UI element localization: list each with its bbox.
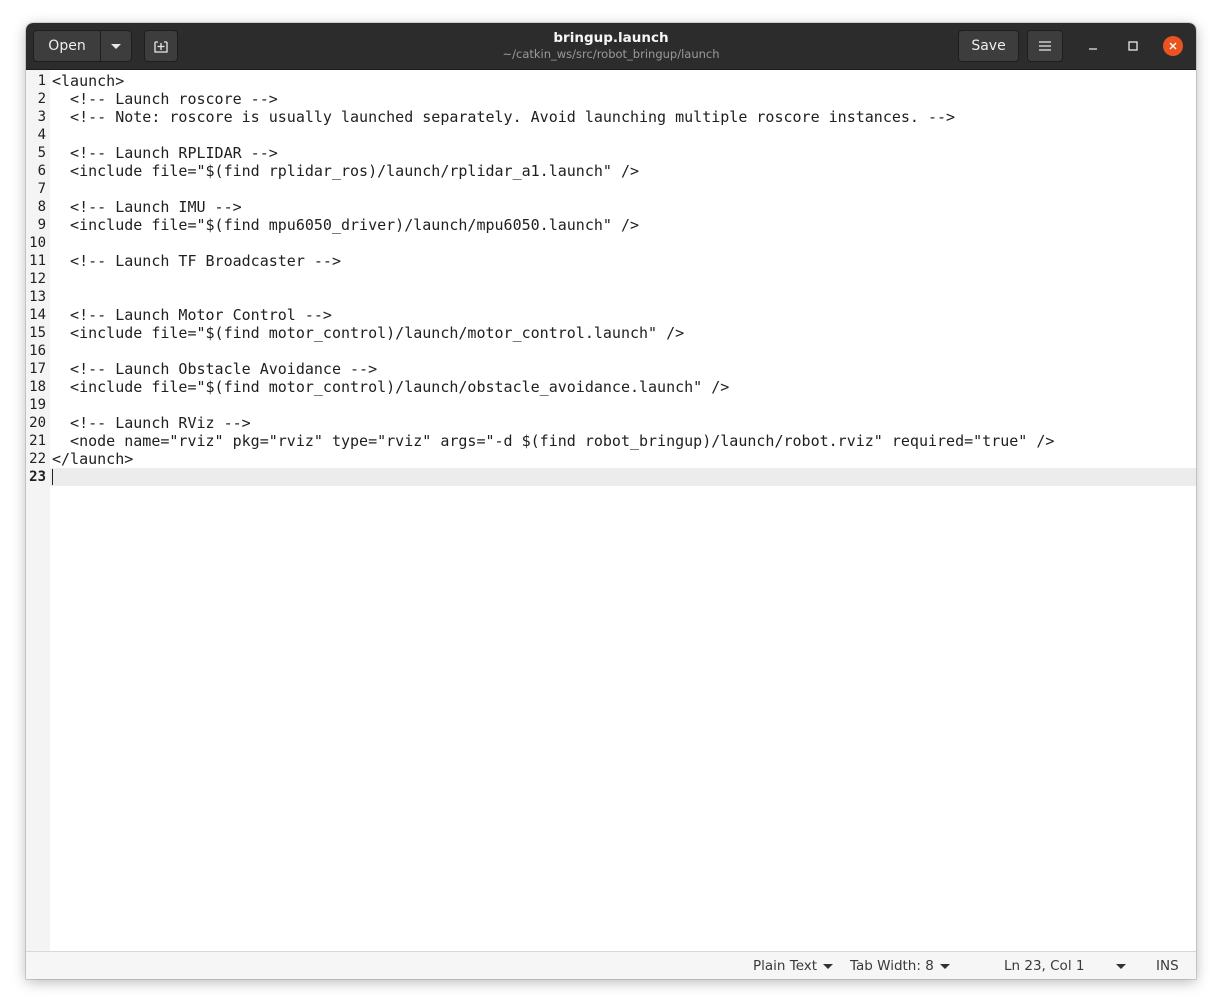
line-number: 9 xyxy=(37,217,46,233)
line-number: 6 xyxy=(37,163,46,179)
code-line[interactable]: <!-- Launch Obstacle Avoidance --> xyxy=(52,360,377,378)
maximize-button[interactable] xyxy=(1123,36,1143,56)
minimize-button[interactable] xyxy=(1083,36,1103,56)
code-line[interactable]: <include file="$(find mpu6050_driver)/la… xyxy=(52,216,639,234)
headerbar: Open bringup.launch ~/catkin_ws/src/robo… xyxy=(26,23,1196,70)
code-line[interactable]: <!-- Launch RViz --> xyxy=(52,414,251,432)
hamburger-menu-icon xyxy=(1039,41,1051,51)
line-number: 4 xyxy=(37,127,46,143)
window-title: bringup.launch xyxy=(553,30,669,46)
close-button[interactable] xyxy=(1163,36,1183,56)
code-line[interactable]: <!-- Launch roscore --> xyxy=(52,90,278,108)
code-line[interactable]: <include file="$(find motor_control)/lau… xyxy=(52,324,684,342)
line-number: 7 xyxy=(37,181,46,197)
status-bar: Plain Text Tab Width: 8 Ln 23, Col 1 INS xyxy=(26,951,1196,979)
code-line[interactable]: <launch> xyxy=(52,72,124,90)
editor-window: Open bringup.launch ~/catkin_ws/src/robo… xyxy=(26,23,1196,979)
code-line[interactable]: <node name="rviz" pkg="rviz" type="rviz"… xyxy=(52,432,1054,450)
title-block: bringup.launch ~/catkin_ws/src/robot_bri… xyxy=(411,30,811,62)
chevron-down-icon xyxy=(939,963,950,969)
line-number: 23 xyxy=(29,469,46,485)
line-number: 20 xyxy=(29,415,46,431)
chevron-down-icon xyxy=(823,963,834,969)
line-number: 8 xyxy=(37,199,46,215)
code-line[interactable]: <!-- Note: roscore is usually launched s… xyxy=(52,108,955,126)
save-button-label: Save xyxy=(971,38,1006,54)
line-number: 14 xyxy=(29,307,46,323)
text-cursor xyxy=(52,469,53,485)
text-editor-area[interactable]: 1 <launch> 2 <!-- Launch roscore --> 3 <!--… xyxy=(26,70,1196,951)
line-number: 10 xyxy=(29,235,46,251)
line-number: 2 xyxy=(37,91,46,107)
open-button[interactable]: Open xyxy=(33,30,101,62)
code-line[interactable]: <!-- Launch TF Broadcaster --> xyxy=(52,252,341,270)
line-number: 19 xyxy=(29,397,46,413)
code-line[interactable]: </launch> xyxy=(52,450,133,468)
code-line[interactable]: <include file="$(find motor_control)/lau… xyxy=(52,378,729,396)
cursor-position-label: Ln 23, Col 1 xyxy=(1004,958,1085,974)
line-number: 13 xyxy=(29,289,46,305)
line-number: 1 xyxy=(37,73,46,89)
line-number: 3 xyxy=(37,109,46,125)
line-number: 21 xyxy=(29,433,46,449)
line-number: 17 xyxy=(29,361,46,377)
code-line[interactable]: <include file="$(find rplidar_ros)/launc… xyxy=(52,162,639,180)
new-tab-icon xyxy=(154,41,168,53)
chevron-down-icon xyxy=(111,43,121,49)
position-menu-button[interactable] xyxy=(1116,957,1126,975)
menu-button[interactable] xyxy=(1027,30,1063,62)
insert-mode-label: INS xyxy=(1156,958,1179,974)
maximize-icon xyxy=(1128,41,1138,51)
tab-width-label: Tab Width: 8 xyxy=(850,958,934,974)
line-number: 11 xyxy=(29,253,46,269)
line-number: 15 xyxy=(29,325,46,341)
new-tab-button[interactable] xyxy=(144,30,178,62)
code-line[interactable]: <!-- Launch IMU --> xyxy=(52,198,242,216)
open-menu-button[interactable] xyxy=(100,30,132,62)
line-number: 18 xyxy=(29,379,46,395)
line-number: 12 xyxy=(29,271,46,287)
code-line[interactable]: <!-- Launch Motor Control --> xyxy=(52,306,332,324)
line-number: 22 xyxy=(29,451,46,467)
close-icon xyxy=(1169,42,1177,50)
line-number: 16 xyxy=(29,343,46,359)
minimize-icon xyxy=(1089,48,1097,50)
current-line-highlight xyxy=(50,468,1196,486)
code-line[interactable]: <!-- Launch RPLIDAR --> xyxy=(52,144,278,162)
language-selector[interactable]: Plain Text xyxy=(753,957,834,975)
window-subtitle: ~/catkin_ws/src/robot_bringup/launch xyxy=(502,47,720,61)
tab-width-selector[interactable]: Tab Width: 8 xyxy=(850,957,950,975)
line-number: 5 xyxy=(37,145,46,161)
open-button-label: Open xyxy=(48,38,86,54)
insert-mode-indicator[interactable]: INS xyxy=(1156,957,1179,975)
language-label: Plain Text xyxy=(753,958,818,974)
save-button[interactable]: Save xyxy=(958,30,1019,62)
cursor-position[interactable]: Ln 23, Col 1 xyxy=(1004,957,1084,975)
chevron-down-icon xyxy=(1116,963,1126,969)
